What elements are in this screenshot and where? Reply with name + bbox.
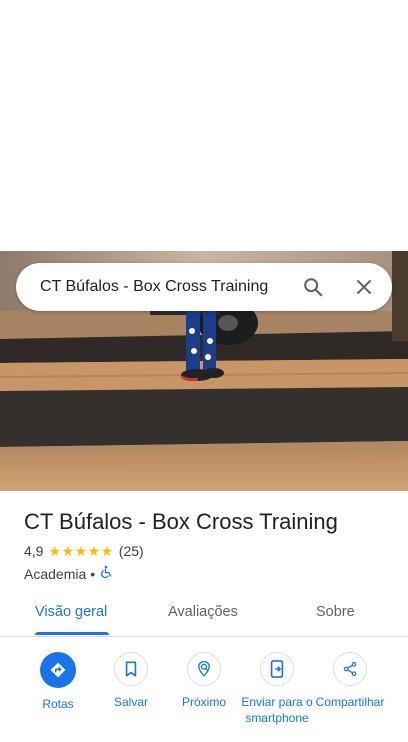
share-label: Compartilhar	[315, 695, 385, 709]
tab-about[interactable]: Sobre	[316, 604, 355, 620]
place-title: CT Búfalos - Box Cross Training	[24, 509, 338, 534]
search-bar[interactable]: CT Búfalos - Box Cross Training	[16, 263, 392, 311]
search-query[interactable]: CT Búfalos - Box Cross Training	[40, 278, 301, 296]
category-label[interactable]: Academia	[24, 566, 86, 582]
search-icon[interactable]	[301, 275, 325, 299]
directions-button[interactable]: Rotas	[20, 652, 96, 712]
review-count[interactable]: (25)	[119, 543, 144, 559]
tab-bar: Visão geral Avaliações Sobre	[0, 590, 408, 637]
category-row: Academia •	[24, 565, 113, 582]
close-icon[interactable]	[352, 275, 376, 299]
share-button[interactable]: Compartilhar	[312, 652, 388, 710]
send-to-phone-label: Enviar para o smartphone	[241, 695, 313, 725]
send-to-phone-icon[interactable]	[260, 652, 294, 686]
wheelchair-accessible-icon	[99, 565, 113, 582]
rating-value: 4,9	[24, 543, 44, 559]
star-icon: ★	[100, 543, 114, 559]
place-panel: CT Búfalos - Box Cross Training CT Búfal…	[0, 0, 408, 742]
map-blank-area[interactable]	[0, 0, 408, 251]
star-icon: ★	[61, 543, 75, 559]
tab-overview[interactable]: Visão geral	[35, 604, 107, 620]
directions-label: Rotas	[42, 697, 74, 711]
rating-row[interactable]: 4,9 ★ ★ ★ ★ ★ (25)	[24, 543, 144, 559]
star-icon: ★	[87, 543, 101, 559]
star-rating: ★ ★ ★ ★ ★	[48, 544, 113, 558]
nearby-icon[interactable]	[187, 652, 221, 686]
share-icon[interactable]	[333, 652, 367, 686]
save-label: Salvar	[113, 695, 148, 709]
send-to-phone-button[interactable]: Enviar para o smartphone	[239, 652, 315, 726]
separator-dot: •	[90, 565, 96, 582]
bookmark-icon[interactable]	[114, 652, 148, 686]
nearby-button[interactable]: Próximo	[166, 652, 242, 710]
tab-reviews[interactable]: Avaliações	[168, 604, 238, 620]
directions-icon[interactable]	[40, 652, 76, 688]
nearby-label: Próximo	[181, 695, 226, 709]
star-icon: ★	[74, 543, 88, 559]
save-button[interactable]: Salvar	[93, 652, 169, 710]
star-icon: ★	[48, 543, 62, 559]
active-tab-indicator	[35, 632, 109, 635]
